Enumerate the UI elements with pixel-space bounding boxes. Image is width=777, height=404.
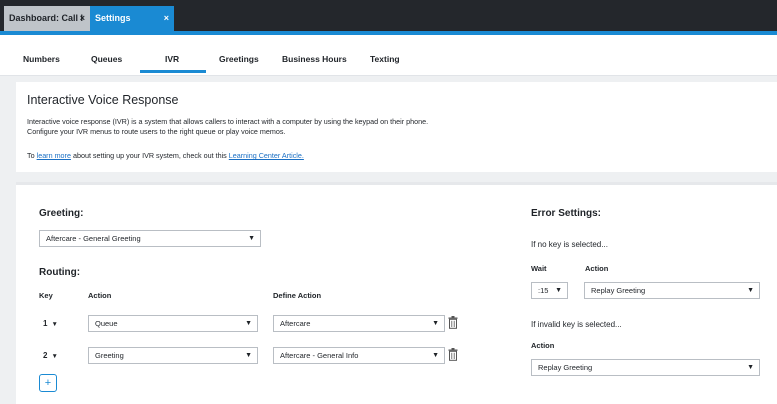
nav-greetings[interactable]: Greetings bbox=[219, 54, 259, 64]
routing-action-value: Greeting bbox=[95, 351, 124, 360]
window-tab-bar: Dashboard: Call I × Settings × bbox=[0, 0, 777, 31]
learn-more-link[interactable]: learn more bbox=[37, 151, 71, 160]
settings-nav: Numbers Queues IVR Greetings Business Ho… bbox=[0, 35, 777, 76]
invalid-action-label: Action bbox=[531, 341, 555, 350]
chevron-down-icon: ▼ bbox=[747, 287, 754, 294]
routing-key-value: 2 bbox=[43, 351, 48, 360]
invalid-action-value: Replay Greeting bbox=[538, 363, 593, 372]
routing-key-select[interactable]: 2 ▼ bbox=[39, 347, 58, 364]
routing-define-value: Aftercare - General Info bbox=[280, 351, 359, 360]
nav-queues[interactable]: Queues bbox=[91, 54, 122, 64]
nav-business-hours[interactable]: Business Hours bbox=[282, 54, 347, 64]
tab-dashboard-label: Dashboard: Call I bbox=[9, 13, 84, 23]
no-key-action-label: Action bbox=[585, 264, 609, 273]
close-icon[interactable]: × bbox=[80, 6, 85, 31]
chevron-down-icon: ▼ bbox=[432, 352, 439, 359]
page-title: Interactive Voice Response bbox=[27, 93, 179, 107]
error-settings-heading: Error Settings: bbox=[531, 208, 602, 219]
no-key-text: If no key is selected... bbox=[531, 240, 608, 249]
routing-key-header: Key bbox=[39, 291, 53, 300]
ivr-settings-card: Greeting: Aftercare - General Greeting ▼… bbox=[16, 182, 777, 404]
nav-ivr[interactable]: IVR bbox=[165, 54, 179, 64]
greeting-select[interactable]: Aftercare - General Greeting ▼ bbox=[39, 230, 261, 247]
learn-more-text: To learn more about setting up your IVR … bbox=[27, 151, 304, 160]
description-line-2: Configure your IVR menus to route users … bbox=[27, 127, 286, 136]
chevron-down-icon: ▼ bbox=[747, 364, 754, 371]
chevron-down-icon: ▼ bbox=[248, 235, 255, 242]
nav-numbers[interactable]: Numbers bbox=[23, 54, 60, 64]
chevron-down-icon: ▼ bbox=[555, 287, 562, 294]
learning-center-link[interactable]: Learning Center Article. bbox=[229, 151, 304, 160]
active-tab-indicator bbox=[140, 70, 206, 73]
nav-texting[interactable]: Texting bbox=[370, 54, 400, 64]
trash-icon[interactable] bbox=[448, 348, 458, 361]
ivr-description: Interactive voice response (IVR) is a sy… bbox=[27, 117, 428, 137]
routing-action-value: Queue bbox=[95, 319, 118, 328]
routing-key-select[interactable]: 1 ▼ bbox=[39, 315, 58, 332]
learn-more-prefix: To bbox=[27, 151, 37, 160]
chevron-down-icon: ▼ bbox=[51, 321, 58, 328]
greeting-heading: Greeting: bbox=[39, 208, 84, 219]
routing-action-header: Action bbox=[88, 291, 112, 300]
wait-select-value: :15 bbox=[538, 286, 549, 295]
tab-settings[interactable]: Settings × bbox=[90, 6, 174, 31]
tab-settings-label: Settings bbox=[95, 13, 131, 23]
add-routing-button[interactable]: + bbox=[39, 374, 57, 392]
no-key-action-select[interactable]: Replay Greeting ▼ bbox=[584, 282, 760, 299]
routing-action-select[interactable]: Greeting ▼ bbox=[88, 347, 258, 364]
chevron-down-icon: ▼ bbox=[245, 352, 252, 359]
tab-dashboard[interactable]: Dashboard: Call I × bbox=[4, 6, 90, 31]
routing-define-select[interactable]: Aftercare - General Info ▼ bbox=[273, 347, 445, 364]
routing-define-value: Aftercare bbox=[280, 319, 311, 328]
no-key-action-value: Replay Greeting bbox=[591, 286, 646, 295]
wait-select[interactable]: :15 ▼ bbox=[531, 282, 568, 299]
invalid-action-select[interactable]: Replay Greeting ▼ bbox=[531, 359, 760, 376]
description-line-1: Interactive voice response (IVR) is a sy… bbox=[27, 117, 429, 126]
chevron-down-icon: ▼ bbox=[245, 320, 252, 327]
routing-define-select[interactable]: Aftercare ▼ bbox=[273, 315, 445, 332]
trash-icon[interactable] bbox=[448, 316, 458, 329]
routing-define-header: Define Action bbox=[273, 291, 322, 300]
close-icon[interactable]: × bbox=[164, 6, 169, 31]
routing-action-select[interactable]: Queue ▼ bbox=[88, 315, 258, 332]
invalid-key-text: If invalid key is selected... bbox=[531, 320, 622, 329]
ivr-info-card: Interactive Voice Response Interactive v… bbox=[16, 82, 777, 172]
routing-key-value: 1 bbox=[43, 319, 48, 328]
chevron-down-icon: ▼ bbox=[432, 320, 439, 327]
learn-more-middle: about setting up your IVR system, check … bbox=[70, 151, 229, 160]
wait-label: Wait bbox=[531, 264, 547, 273]
chevron-down-icon: ▼ bbox=[51, 353, 58, 360]
routing-heading: Routing: bbox=[39, 267, 81, 278]
greeting-select-value: Aftercare - General Greeting bbox=[46, 234, 141, 243]
